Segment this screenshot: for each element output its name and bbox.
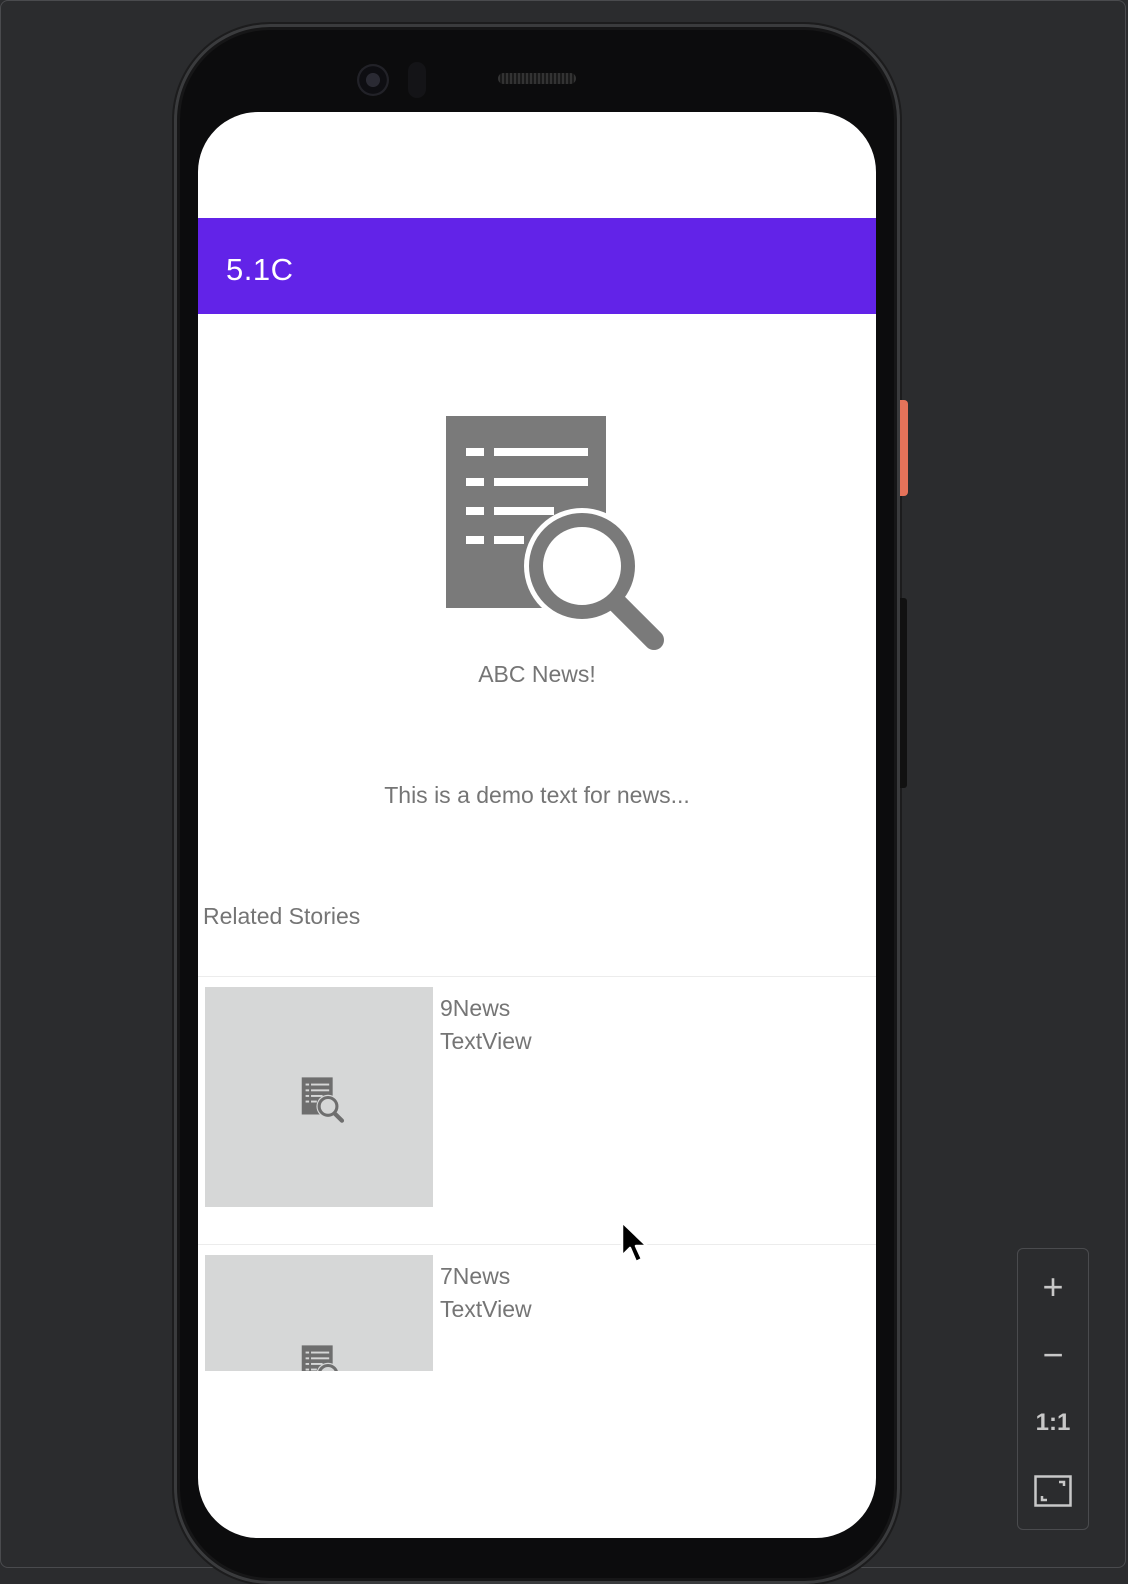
story-thumbnail <box>205 1255 433 1371</box>
front-camera <box>357 64 389 96</box>
list-item[interactable]: 9News TextView <box>198 976 876 1244</box>
earpiece-speaker <box>498 73 576 84</box>
app-bar: 5.1C <box>198 218 876 314</box>
fit-screen-icon <box>1034 1475 1072 1507</box>
app-title: 5.1C <box>226 252 294 287</box>
device-screen: 5.1C ABC News! This is a demo text for n… <box>198 112 876 1538</box>
fit-screen-button[interactable] <box>1018 1461 1088 1521</box>
zoom-in-button[interactable]: + <box>1018 1257 1088 1317</box>
volume-button[interactable] <box>900 598 907 788</box>
document-search-icon <box>446 416 664 650</box>
proximity-sensor <box>408 62 426 98</box>
story-source: 9News <box>440 995 511 1021</box>
story-text: TextView <box>440 1296 532 1322</box>
zoom-out-button[interactable]: − <box>1018 1325 1088 1385</box>
story-thumbnail <box>205 987 433 1207</box>
zoom-controls: + − 1:1 <box>1017 1248 1089 1530</box>
actual-size-button[interactable]: 1:1 <box>1018 1393 1088 1453</box>
story-source: 7News <box>440 1263 511 1289</box>
document-search-icon <box>301 1345 340 1371</box>
story-text: TextView <box>440 1028 532 1054</box>
related-stories-heading: Related Stories <box>203 903 361 929</box>
article-body: This is a demo text for news... <box>384 782 690 808</box>
list-item[interactable]: 7News TextView <box>198 1244 876 1372</box>
document-search-icon <box>301 1077 345 1123</box>
article-title: ABC News! <box>478 661 596 687</box>
power-button[interactable] <box>900 400 908 496</box>
mouse-cursor-icon <box>620 1220 649 1264</box>
